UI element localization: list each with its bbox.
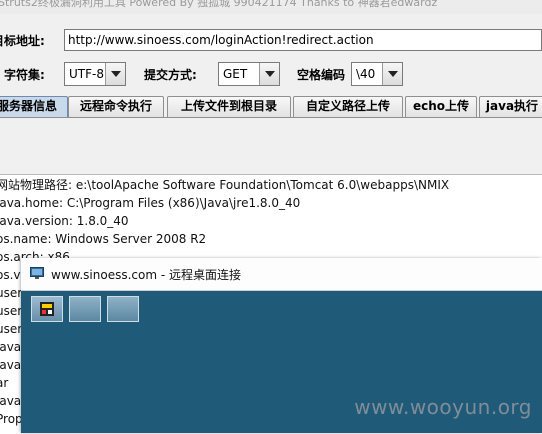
charset-value: UTF-8 <box>69 67 104 81</box>
tab-server-info[interactable]: 服务器信息 <box>0 96 68 117</box>
output-line: 网站物理路径: e:\toolApache Software Foundatio… <box>0 178 450 192</box>
application-icon <box>40 302 54 316</box>
output-line: java.home: C:\Program Files (x86)\Java\j… <box>0 196 301 210</box>
method-select[interactable]: GET <box>218 62 280 86</box>
tab-bar: 服务器信息 远程命令执行 上传文件到根目录 自定义路径上传 echo上传 jav… <box>0 96 542 118</box>
remote-toolbar-button[interactable] <box>107 296 139 322</box>
watermark: www.wooyun.org <box>354 395 532 419</box>
output-line: user <box>0 322 23 336</box>
remote-desktop-title: www.sinoess.com - 远程桌面连接 <box>51 268 241 282</box>
remote-toolbar-button[interactable] <box>69 296 101 322</box>
target-label: 目标地址: <box>0 34 45 48</box>
tab-java-exec[interactable]: java执行 <box>479 96 542 117</box>
chevron-down-icon <box>110 71 121 77</box>
output-line: os.name: Windows Server 2008 R2 <box>0 232 207 246</box>
space-encoding-value: \40 <box>356 67 376 81</box>
charset-select[interactable]: UTF-8 <box>64 62 126 86</box>
method-value: GET <box>223 67 248 81</box>
remote-desktop-title-bar[interactable]: www.sinoess.com - 远程桌面连接 <box>21 258 542 291</box>
output-line: user <box>0 286 23 300</box>
tab-remote-command[interactable]: 远程命令执行 <box>68 96 164 117</box>
window-title: Struts2终极漏洞利用工具 Powered By 独孤城 990421174… <box>0 0 438 9</box>
space-encoding-select[interactable]: \40 <box>351 62 403 86</box>
method-label: 提交方式: <box>144 68 197 82</box>
window-title-bar: Struts2终极漏洞利用工具 Powered By 独孤城 990421174… <box>0 0 542 14</box>
chevron-down-icon <box>387 71 398 77</box>
output-line: user <box>0 304 23 318</box>
target-url-input[interactable]: http://www.sinoess.com/loginAction!redir… <box>64 29 542 51</box>
output-line: Prop <box>0 412 23 426</box>
remote-toolbar-button[interactable] <box>31 296 63 322</box>
tab-custom-path-upload[interactable]: 自定义路径上传 <box>293 96 403 117</box>
output-line: ar <box>0 376 9 390</box>
charset-label: 字符集: <box>4 68 45 82</box>
space-encoding-dropdown-button[interactable] <box>382 63 402 85</box>
charset-dropdown-button[interactable] <box>105 63 125 85</box>
tab-echo-upload[interactable]: echo上传 <box>405 96 477 117</box>
space-encoding-label: 空格编码 <box>297 68 346 82</box>
chevron-down-icon <box>264 71 275 77</box>
remote-desktop-icon <box>30 267 44 279</box>
tab-panel-header <box>0 117 542 174</box>
output-line: java.version: 1.8.0_40 <box>0 214 129 228</box>
tab-upload-root[interactable]: 上传文件到根目录 <box>167 96 291 117</box>
method-dropdown-button[interactable] <box>259 63 279 85</box>
